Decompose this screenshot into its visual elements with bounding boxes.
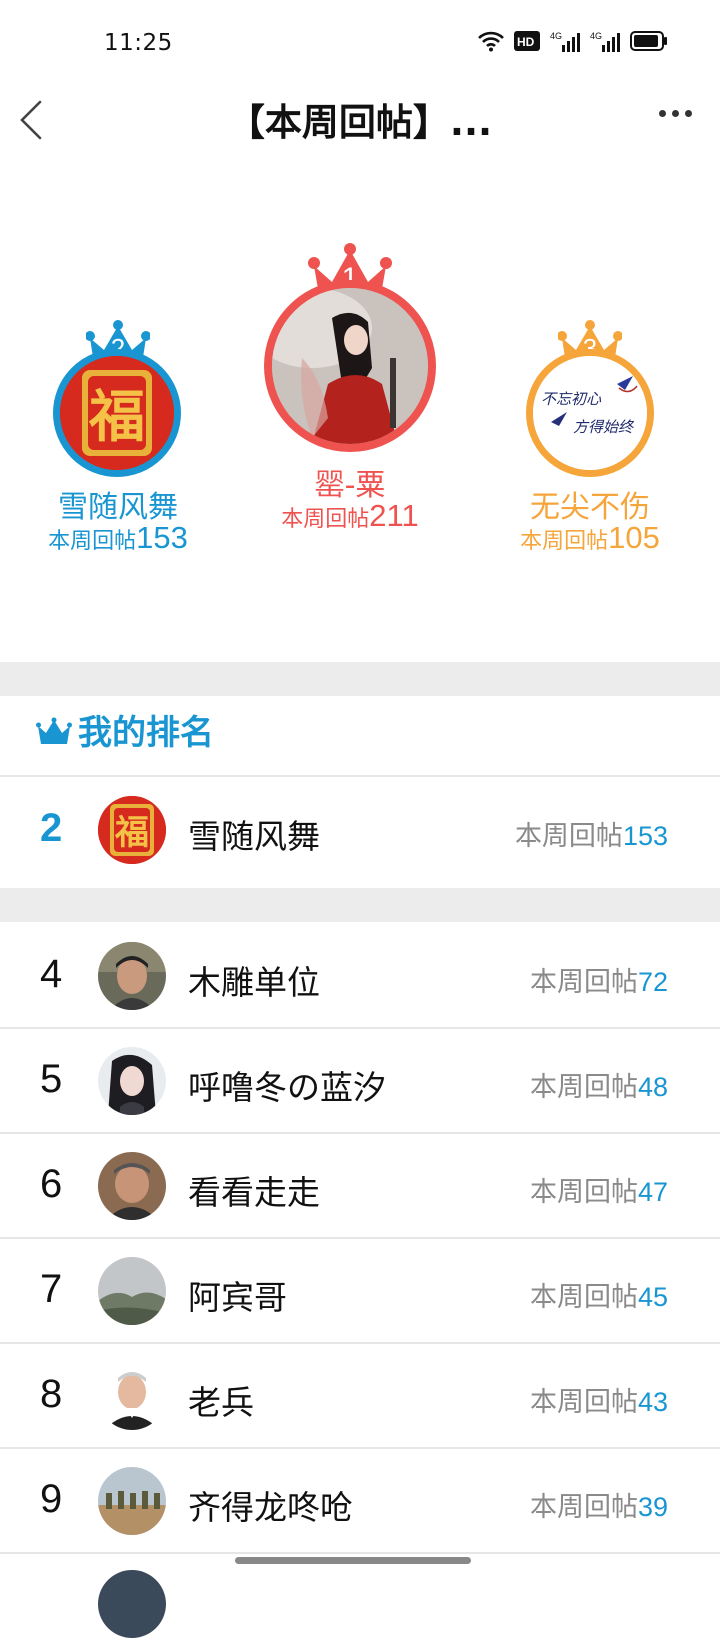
avatar[interactable]: 福 bbox=[53, 349, 181, 477]
my-rank-row[interactable]: 2 福 雪随风舞 本周回帖153 bbox=[0, 778, 720, 880]
podium-third[interactable]: 3 不忘初心 方得始终 无尖不伤 本周回帖105 bbox=[470, 230, 710, 570]
more-dot-icon bbox=[685, 110, 692, 117]
list-item[interactable]: 4 木雕单位 本周回帖72 bbox=[0, 924, 720, 1026]
list-item[interactable]: 8 老兵 本周回帖43 bbox=[0, 1344, 720, 1446]
reply-count: 本周回帖72 bbox=[530, 960, 668, 999]
my-rank-title: 我的排名 bbox=[78, 713, 214, 753]
stat-label: 本周回帖 bbox=[281, 507, 370, 532]
stat-value: 153 bbox=[136, 520, 188, 555]
list-item[interactable]: 7 阿宾哥 本周回帖45 bbox=[0, 1239, 720, 1341]
avatar[interactable] bbox=[98, 942, 166, 1010]
stat-label: 本周回帖 bbox=[529, 1387, 638, 1418]
section-divider bbox=[0, 888, 720, 922]
rank-number: 7 bbox=[40, 1267, 63, 1311]
stat-label: 本周回帖 bbox=[48, 529, 137, 554]
avatar[interactable] bbox=[98, 1257, 166, 1325]
reply-count: 本周回帖47 bbox=[530, 1170, 668, 1209]
stat-value: 43 bbox=[637, 1387, 668, 1417]
username: 看看走走 bbox=[188, 1173, 320, 1212]
divider bbox=[0, 1552, 720, 1554]
username: 木雕单位 bbox=[188, 963, 320, 1002]
reply-count: 本周回帖39 bbox=[530, 1485, 668, 1524]
avatar-fu-text: 福 bbox=[114, 813, 149, 853]
reply-count: 本周回帖48 bbox=[530, 1065, 668, 1104]
status-icons: HD 4G 4G bbox=[478, 30, 668, 52]
podium-stat: 本周回帖153 bbox=[0, 520, 248, 556]
stat-label: 本周回帖 bbox=[529, 1177, 638, 1208]
stat-value: 47 bbox=[637, 1177, 668, 1207]
rank-number: 4 bbox=[40, 952, 63, 996]
rank-number: 5 bbox=[40, 1057, 63, 1101]
avatar[interactable] bbox=[264, 280, 436, 452]
avatar-calligraphy-text: 方得始终 bbox=[573, 418, 635, 436]
avatar-calligraphy-text: 不忘初心 bbox=[541, 390, 602, 408]
signal-4g-icon: 4G bbox=[590, 30, 620, 52]
more-button[interactable] bbox=[659, 110, 692, 117]
stat-label: 本周回帖 bbox=[529, 1492, 638, 1523]
reply-count: 本周回帖153 bbox=[515, 814, 668, 853]
stat-label: 本周回帖 bbox=[529, 1282, 638, 1313]
status-time: 11:25 bbox=[104, 30, 173, 56]
hd-icon: HD bbox=[514, 31, 540, 51]
podium-stat: 本周回帖211 bbox=[220, 498, 480, 534]
stat-label: 本周回帖 bbox=[529, 1072, 638, 1103]
battery-icon bbox=[630, 31, 668, 51]
podium-stat: 本周回帖105 bbox=[460, 520, 720, 556]
section-divider bbox=[0, 662, 720, 696]
rank-number: 9 bbox=[40, 1477, 63, 1521]
avatar[interactable] bbox=[98, 1047, 166, 1115]
username: 呼噜冬の蓝汐 bbox=[188, 1068, 386, 1107]
rank-number: 8 bbox=[40, 1372, 63, 1416]
stat-value: 48 bbox=[637, 1072, 668, 1102]
page-title: 【本周回帖】... bbox=[227, 101, 493, 144]
stat-value: 105 bbox=[608, 520, 660, 555]
avatar-fu-text: 福 bbox=[88, 385, 145, 450]
stat-value: 72 bbox=[637, 967, 668, 997]
username: 雪随风舞 bbox=[188, 817, 320, 856]
reply-count: 本周回帖43 bbox=[530, 1380, 668, 1419]
avatar[interactable] bbox=[98, 1570, 166, 1638]
stat-value: 39 bbox=[637, 1492, 668, 1522]
list-item[interactable]: 5 呼噜冬の蓝汐 本周回帖48 bbox=[0, 1029, 720, 1131]
divider bbox=[0, 775, 720, 777]
username: 齐得龙咚呛 bbox=[188, 1488, 353, 1527]
avatar[interactable]: 不忘初心 方得始终 bbox=[526, 349, 654, 477]
wifi-icon bbox=[478, 30, 504, 52]
stat-label: 本周回帖 bbox=[514, 821, 623, 852]
svg-text:4G: 4G bbox=[590, 31, 602, 41]
rank-number: 6 bbox=[40, 1162, 63, 1206]
stat-label: 本周回帖 bbox=[520, 529, 609, 554]
username: 阿宾哥 bbox=[188, 1278, 287, 1317]
list-item[interactable]: 9 齐得龙咚呛 本周回帖39 bbox=[0, 1449, 720, 1551]
stat-value: 211 bbox=[369, 498, 419, 533]
rank-number: 2 bbox=[40, 806, 63, 850]
status-bar: 11:25 HD 4G 4G bbox=[0, 0, 720, 88]
signal-4g-icon: 4G bbox=[550, 30, 580, 52]
my-rank-heading: 我的排名 bbox=[36, 705, 214, 754]
svg-text:HD: HD bbox=[517, 35, 535, 49]
top-three-podium: 2 福 雪随风舞 本周回帖153 1 罂-粟 本周回帖211 3 不忘初心 方得… bbox=[0, 230, 720, 630]
more-dot-icon bbox=[672, 110, 679, 117]
list-item[interactable]: 6 看看走走 本周回帖47 bbox=[0, 1134, 720, 1236]
podium-first[interactable]: 1 罂-粟 本周回帖211 bbox=[220, 230, 480, 570]
avatar[interactable] bbox=[98, 1362, 166, 1430]
crown-icon bbox=[36, 717, 72, 744]
home-indicator[interactable] bbox=[235, 1557, 471, 1564]
avatar[interactable]: 福 bbox=[98, 796, 166, 864]
username: 老兵 bbox=[188, 1383, 254, 1422]
avatar[interactable] bbox=[98, 1467, 166, 1535]
svg-text:4G: 4G bbox=[550, 31, 562, 41]
header-bar: 【本周回帖】... bbox=[0, 88, 720, 148]
stat-value: 153 bbox=[622, 821, 668, 851]
podium-second[interactable]: 2 福 雪随风舞 本周回帖153 bbox=[0, 230, 236, 570]
avatar[interactable] bbox=[98, 1152, 166, 1220]
stat-value: 45 bbox=[637, 1282, 668, 1312]
stat-label: 本周回帖 bbox=[529, 967, 638, 998]
more-dot-icon bbox=[659, 110, 666, 117]
reply-count: 本周回帖45 bbox=[530, 1275, 668, 1314]
